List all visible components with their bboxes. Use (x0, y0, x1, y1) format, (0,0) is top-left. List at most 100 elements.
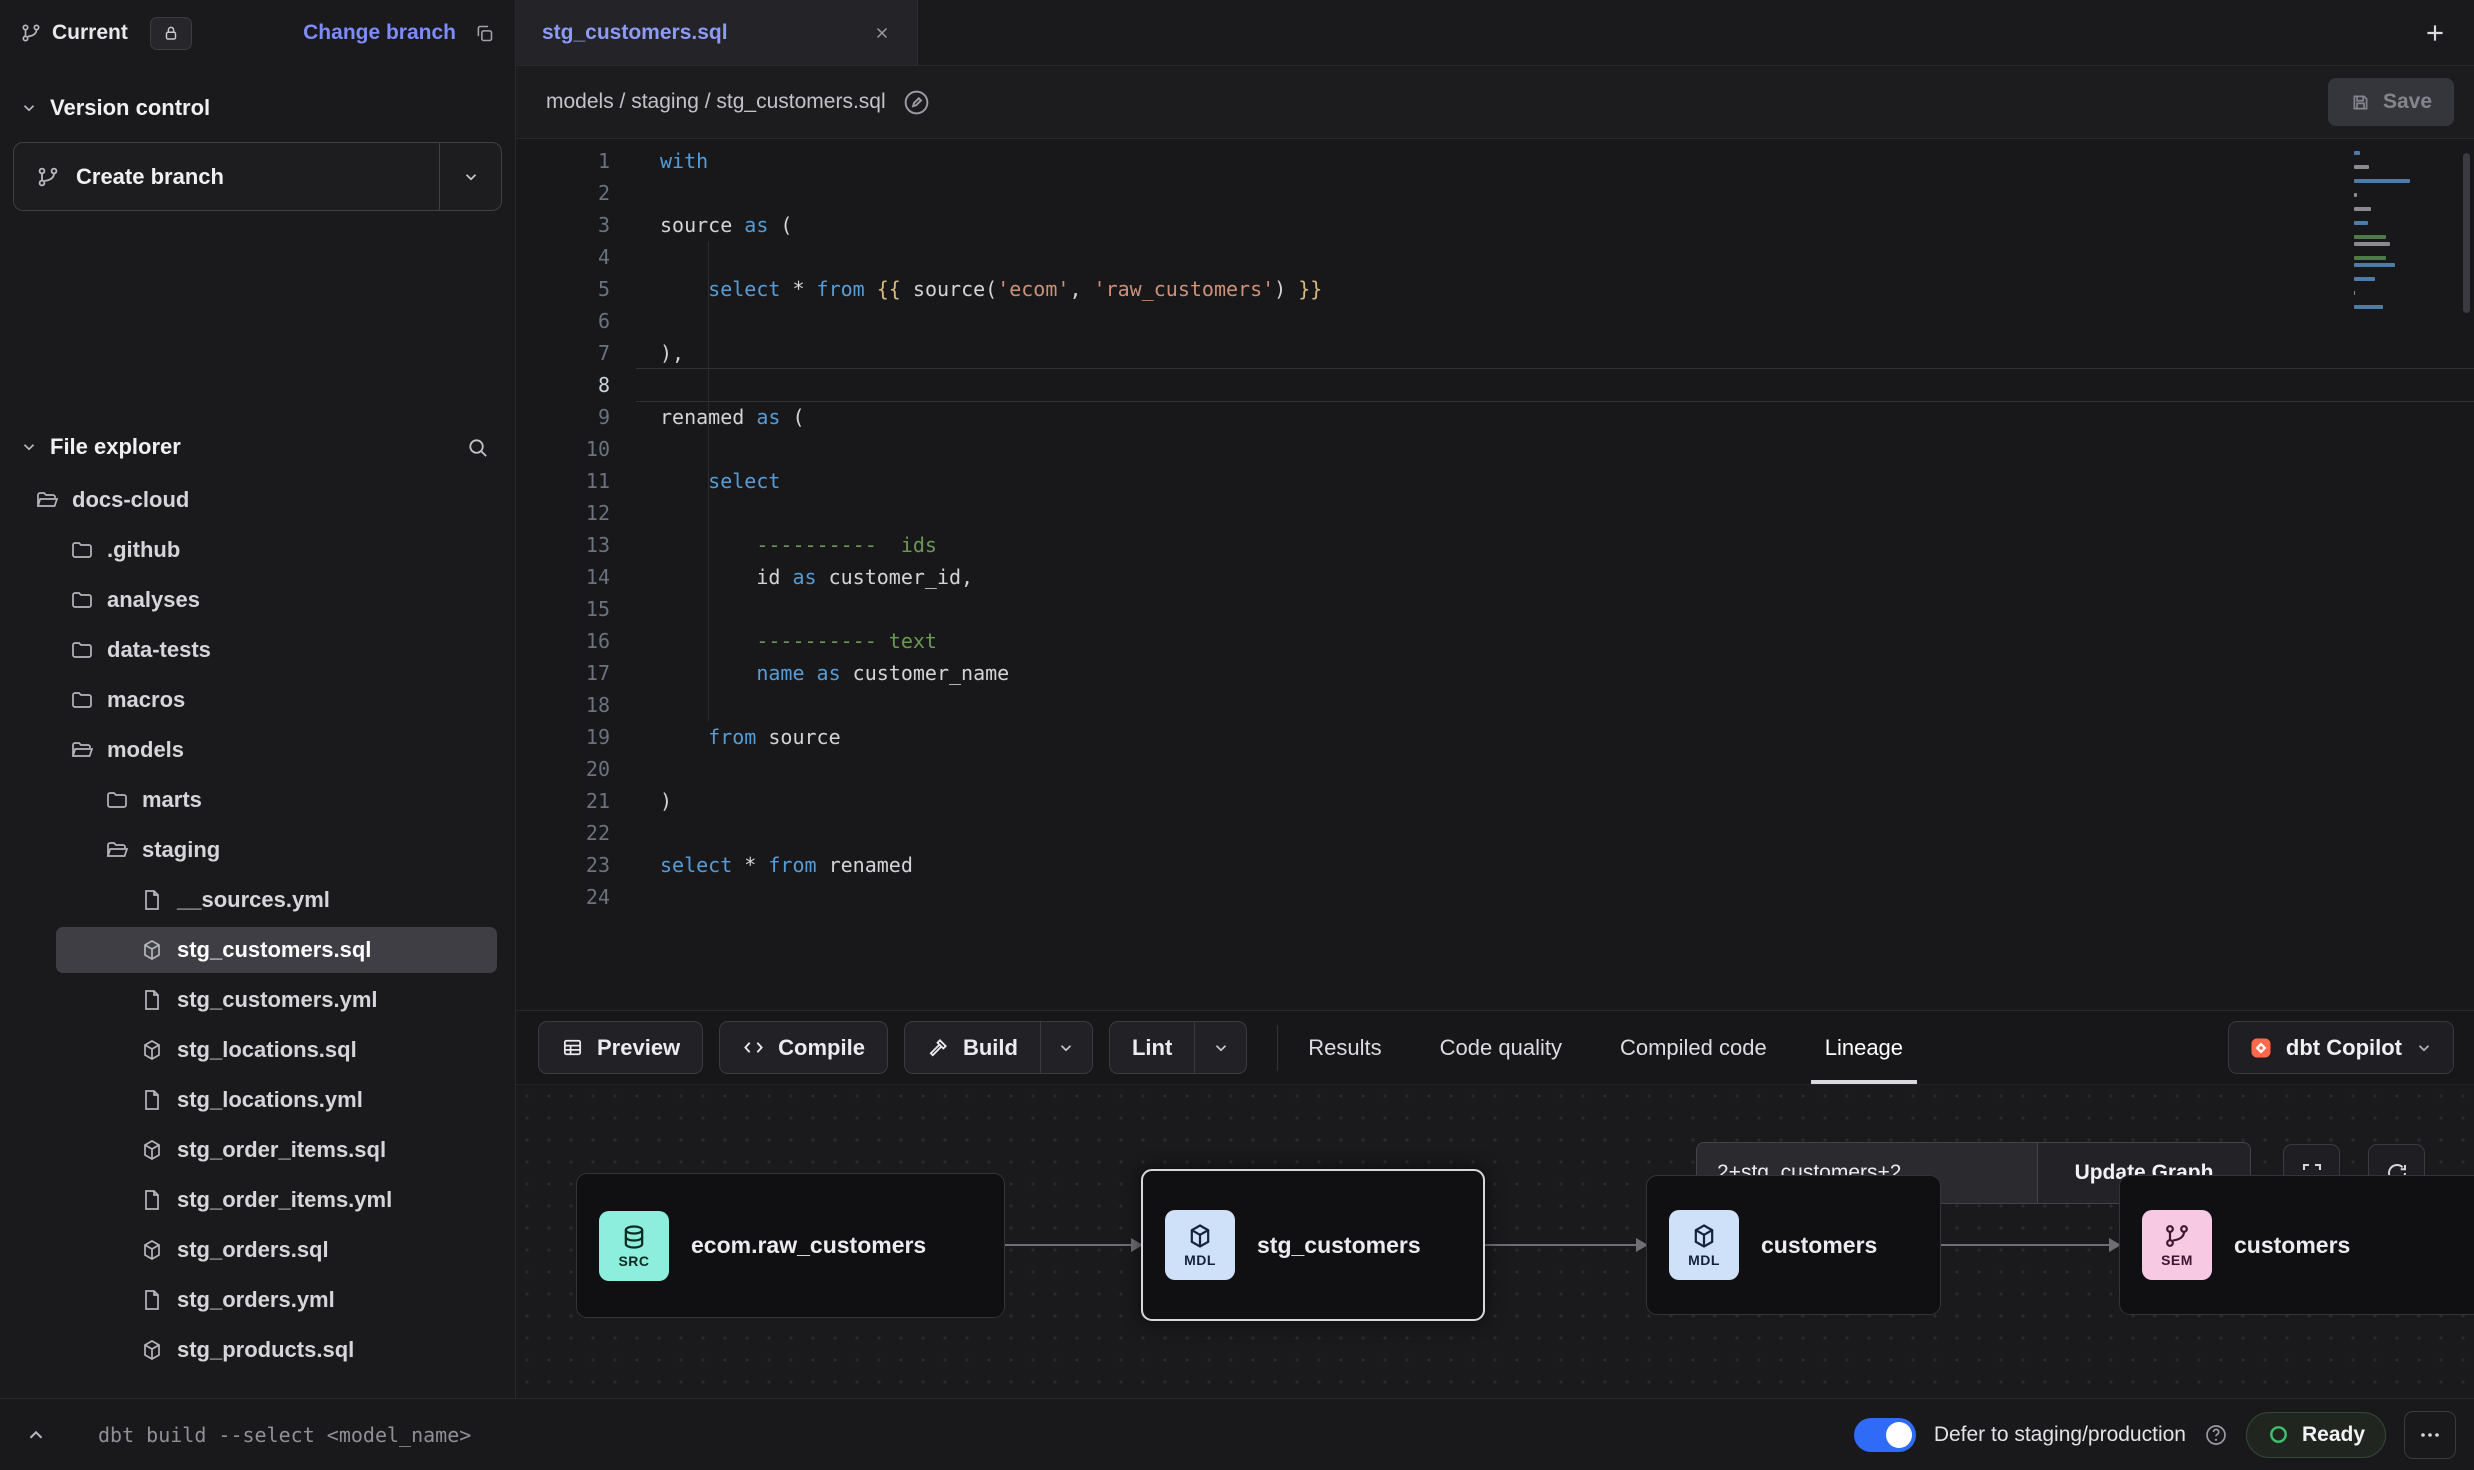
status-badge[interactable]: Ready (2246, 1412, 2386, 1458)
command-input[interactable]: dbt build --select <model_name> (98, 1423, 471, 1447)
code-line[interactable]: 16 ---------- text (516, 625, 2474, 657)
code-line[interactable]: 9renamed as ( (516, 401, 2474, 433)
lineage-node-customers-model[interactable]: MDL customers (1646, 1175, 1941, 1315)
chevron-up-icon[interactable] (16, 1415, 56, 1455)
new-tab-icon[interactable] (2422, 20, 2448, 46)
file-row[interactable]: stg_customers.sql (0, 925, 515, 975)
current-branch[interactable]: Current (20, 17, 192, 50)
code-line[interactable]: 14 id as customer_id, (516, 561, 2474, 593)
code-line[interactable]: 12 (516, 497, 2474, 529)
lineage-edge (1485, 1244, 1646, 1246)
change-branch-link[interactable]: Change branch (303, 21, 456, 45)
file-row[interactable]: marts (0, 775, 515, 825)
lint-button[interactable]: Lint (1109, 1021, 1195, 1074)
code-line[interactable]: 7), (516, 337, 2474, 369)
code-line[interactable]: 23select * from renamed (516, 849, 2474, 881)
tab-code-quality[interactable]: Code quality (1440, 1011, 1562, 1084)
code-line[interactable]: 1with (516, 145, 2474, 177)
code-line[interactable]: 19 from source (516, 721, 2474, 753)
file-row[interactable]: stg_orders.yml (0, 1275, 515, 1325)
more-options-button[interactable] (2404, 1411, 2456, 1459)
file-row[interactable]: stg_orders.sql (0, 1225, 515, 1275)
create-branch-main[interactable]: Create branch (14, 164, 439, 190)
lineage-node-customers-semantic[interactable]: SEM customers (2119, 1175, 2474, 1315)
minimap-line (2354, 151, 2360, 155)
file-row[interactable]: models (0, 725, 515, 775)
file-row[interactable]: stg_customers.yml (0, 975, 515, 1025)
file-row[interactable]: docs-cloud (0, 475, 515, 525)
file-label: __sources.yml (177, 887, 330, 913)
build-dropdown-button[interactable] (1041, 1021, 1093, 1074)
code-line[interactable]: 20 (516, 753, 2474, 785)
line-number: 19 (516, 721, 636, 753)
create-branch-button[interactable]: Create branch (13, 142, 502, 211)
file-label: stg_locations.yml (177, 1087, 363, 1113)
tab-stg-customers-sql[interactable]: stg_customers.sql (516, 0, 918, 65)
indent-guide (708, 241, 709, 721)
build-button[interactable]: Build (904, 1021, 1041, 1074)
file-row[interactable]: stg_locations.sql (0, 1025, 515, 1075)
code-line[interactable]: 2 (516, 177, 2474, 209)
editor-scrollbar[interactable] (2463, 153, 2470, 313)
lint-dropdown-button[interactable] (1195, 1021, 1247, 1074)
code-line[interactable]: 18 (516, 689, 2474, 721)
file-label: stg_order_items.sql (177, 1137, 386, 1163)
code-line[interactable]: 13 ---------- ids (516, 529, 2474, 561)
search-icon[interactable] (466, 436, 489, 459)
defer-toggle[interactable] (1854, 1418, 1916, 1452)
lineage-node-source[interactable]: SRC ecom.raw_customers (576, 1173, 1005, 1318)
node-badge: SEM (2161, 1252, 2193, 1268)
save-button[interactable]: Save (2328, 78, 2454, 126)
line-number: 7 (516, 337, 636, 369)
line-number: 3 (516, 209, 636, 241)
file-row[interactable]: stg_locations.yml (0, 1075, 515, 1125)
ready-label: Ready (2302, 1423, 2365, 1447)
code-line[interactable]: 4 (516, 241, 2474, 273)
code-line[interactable]: 6 (516, 305, 2474, 337)
branch-name: Current (52, 21, 128, 45)
defer-label: Defer to staging/production (1934, 1423, 2186, 1447)
lineage-panel[interactable]: Update Graph SRC ecom.raw_customers (516, 1085, 2474, 1398)
code-line[interactable]: 11 select (516, 465, 2474, 497)
tab-lineage[interactable]: Lineage (1825, 1011, 1903, 1084)
code-line[interactable]: 17 name as customer_name (516, 657, 2474, 689)
file-row[interactable]: data-tests (0, 625, 515, 675)
code-line[interactable]: 8 (516, 369, 2474, 401)
file-row[interactable]: stg_order_items.yml (0, 1175, 515, 1225)
code-line[interactable]: 15 (516, 593, 2474, 625)
close-tab-icon[interactable] (873, 24, 891, 42)
file-row[interactable]: stg_order_items.sql (0, 1125, 515, 1175)
file-row[interactable]: staging (0, 825, 515, 875)
code-line[interactable]: 5 select * from {{ source('ecom', 'raw_c… (516, 273, 2474, 305)
file-label: stg_customers.sql (177, 937, 371, 963)
file-row[interactable]: __sources.yml (0, 875, 515, 925)
node-label: customers (1761, 1232, 1877, 1259)
help-icon[interactable] (2204, 1423, 2228, 1447)
file-row[interactable]: .github (0, 525, 515, 575)
tab-results[interactable]: Results (1308, 1011, 1381, 1084)
code-line[interactable]: 21) (516, 785, 2474, 817)
line-number: 10 (516, 433, 636, 465)
file-row[interactable]: analyses (0, 575, 515, 625)
code-line[interactable]: 10 (516, 433, 2474, 465)
code-line[interactable]: 24 (516, 881, 2474, 913)
file-row[interactable]: macros (0, 675, 515, 725)
dbt-copilot-button[interactable]: dbt Copilot (2228, 1021, 2454, 1074)
code-line[interactable]: 22 (516, 817, 2474, 849)
lineage-node-stg-customers[interactable]: MDL stg_customers (1141, 1169, 1485, 1321)
line-content: id as customer_id, (636, 561, 2474, 593)
preview-button[interactable]: Preview (538, 1021, 703, 1074)
file-explorer-header[interactable]: File explorer (0, 425, 515, 469)
tab-compiled-code[interactable]: Compiled code (1620, 1011, 1767, 1084)
minimap[interactable] (2354, 151, 2412, 319)
code-line[interactable]: 3source as ( (516, 209, 2474, 241)
edit-breadcrumb-icon[interactable] (902, 88, 931, 117)
file-icon (140, 1288, 164, 1312)
copy-branch-icon[interactable] (474, 23, 495, 44)
create-branch-dropdown[interactable] (439, 143, 501, 210)
compile-button[interactable]: Compile (719, 1021, 888, 1074)
version-control-header[interactable]: Version control (0, 86, 515, 130)
file-row[interactable]: stg_products.sql (0, 1325, 515, 1375)
line-number: 2 (516, 177, 636, 209)
code-editor[interactable]: 1with23source as (45 select * from {{ so… (516, 139, 2474, 1010)
